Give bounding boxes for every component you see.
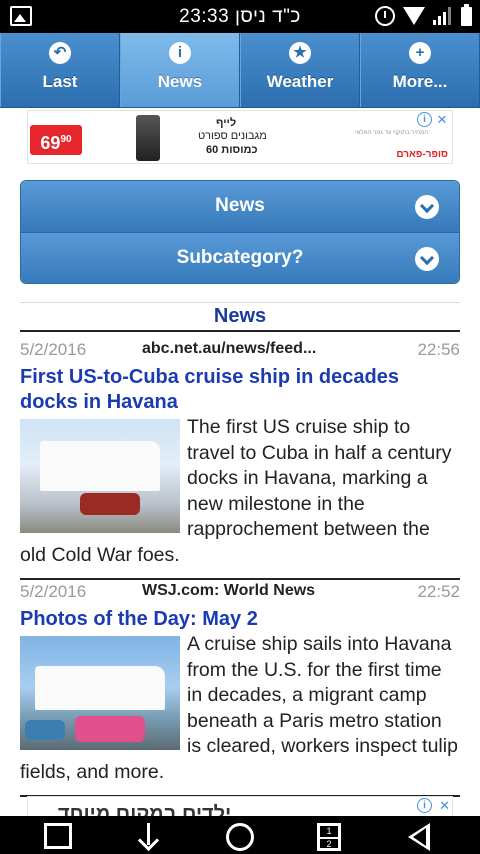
article-meta: 5/2/2016 abc.net.au/news/feed... 22:56 <box>20 336 460 362</box>
navigation-bar: 1 2 <box>0 816 480 854</box>
alarm-icon <box>375 6 395 26</box>
news-article[interactable]: 5/2/2016 WSJ.com: World News 22:52 Photo… <box>20 578 460 797</box>
category-select-label: News <box>215 195 265 216</box>
article-headline[interactable]: Photos of the Day: May 2 <box>20 607 460 632</box>
article-source[interactable]: abc.net.au/news/feed... <box>142 340 316 358</box>
article-time: 22:56 <box>417 340 460 359</box>
ad-close-icon[interactable]: ✕ <box>439 798 450 814</box>
ad-price-cents: 90 <box>60 134 72 145</box>
split-bottom-number: 2 <box>320 837 338 850</box>
section-title: News <box>20 302 460 332</box>
article-meta: 5/2/2016 WSJ.com: World News 22:52 <box>20 578 460 604</box>
info-icon: i <box>169 42 191 64</box>
tab-weather[interactable]: ★ Weather <box>240 33 360 107</box>
wifi-icon <box>403 7 425 25</box>
split-top-number: 1 <box>326 826 332 836</box>
subcategory-select[interactable]: Subcategory? <box>21 233 459 283</box>
star-icon: ★ <box>289 42 311 64</box>
status-bar: 23:33 כ"ד ניסן <box>0 0 480 33</box>
tab-bar: ↶ Last i News ★ Weather + More... <box>0 33 480 108</box>
category-selectors: News Subcategory? <box>20 180 460 284</box>
tab-label: More... <box>392 72 448 91</box>
chevron-down-icon <box>415 247 439 271</box>
chevron-down-icon <box>415 195 439 219</box>
tab-last[interactable]: ↶ Last <box>0 33 120 107</box>
status-icons <box>375 3 472 27</box>
tab-label: Last <box>42 72 78 91</box>
tab-label: News <box>157 72 203 91</box>
tab-more[interactable]: + More... <box>360 33 480 107</box>
ad-close-icon[interactable]: ✕ <box>434 112 450 128</box>
article-date: 5/2/2016 <box>20 582 87 601</box>
ad-info-icon[interactable]: i <box>417 112 432 127</box>
tab-label: Weather <box>266 72 334 91</box>
signal-icon <box>433 7 453 25</box>
notification-pull-icon[interactable] <box>136 823 162 851</box>
article-thumbnail[interactable] <box>20 419 180 533</box>
ad-line-3: 60 כמוסות <box>206 144 258 156</box>
battery-icon <box>461 3 472 26</box>
recent-apps-icon[interactable] <box>44 823 72 849</box>
ad-banner-top[interactable]: 6990 לייף מגבונים ספורט 60 כמוסות המחיר … <box>27 110 453 164</box>
article-body: A cruise ship sails into Havana from the… <box>20 632 460 785</box>
cruise-ship-image <box>35 666 165 710</box>
article-headline[interactable]: First US-to-Cuba cruise ship in decades … <box>20 365 460 415</box>
article-body: The first US cruise ship to travel to Cu… <box>20 415 460 568</box>
ad-info-icon[interactable]: i <box>417 798 432 813</box>
article-date: 5/2/2016 <box>20 340 87 359</box>
ad-price-badge: 6990 <box>30 125 82 155</box>
back-icon[interactable] <box>408 823 430 851</box>
vintage-car-image <box>80 493 140 515</box>
ad-fine-print: המחיר בתוקף עד גמר המלאי <box>355 130 428 136</box>
ad-product-image <box>136 115 160 161</box>
ad-line-2: מגבונים ספורט <box>198 130 267 142</box>
vintage-car-image <box>25 720 65 740</box>
split-window-icon[interactable]: 1 2 <box>317 823 341 851</box>
back-arrow-icon: ↶ <box>49 42 71 64</box>
cruise-ship-image <box>40 441 160 491</box>
vintage-car-image <box>75 716 145 742</box>
article-source[interactable]: WSJ.com: World News <box>142 582 315 600</box>
tab-news[interactable]: i News <box>120 33 240 107</box>
category-select[interactable]: News <box>21 181 459 233</box>
ad-brand-logo: סופר-פארם <box>396 149 448 160</box>
ad-line-1: לייף <box>216 117 237 129</box>
article-time: 22:52 <box>417 582 460 601</box>
article-thumbnail[interactable] <box>20 636 180 750</box>
plus-icon: + <box>409 42 431 64</box>
home-icon[interactable] <box>226 823 254 851</box>
subcategory-select-label: Subcategory? <box>176 247 304 268</box>
news-article[interactable]: 5/2/2016 abc.net.au/news/feed... 22:56 F… <box>20 336 460 580</box>
ad-price: 69 <box>40 133 61 153</box>
